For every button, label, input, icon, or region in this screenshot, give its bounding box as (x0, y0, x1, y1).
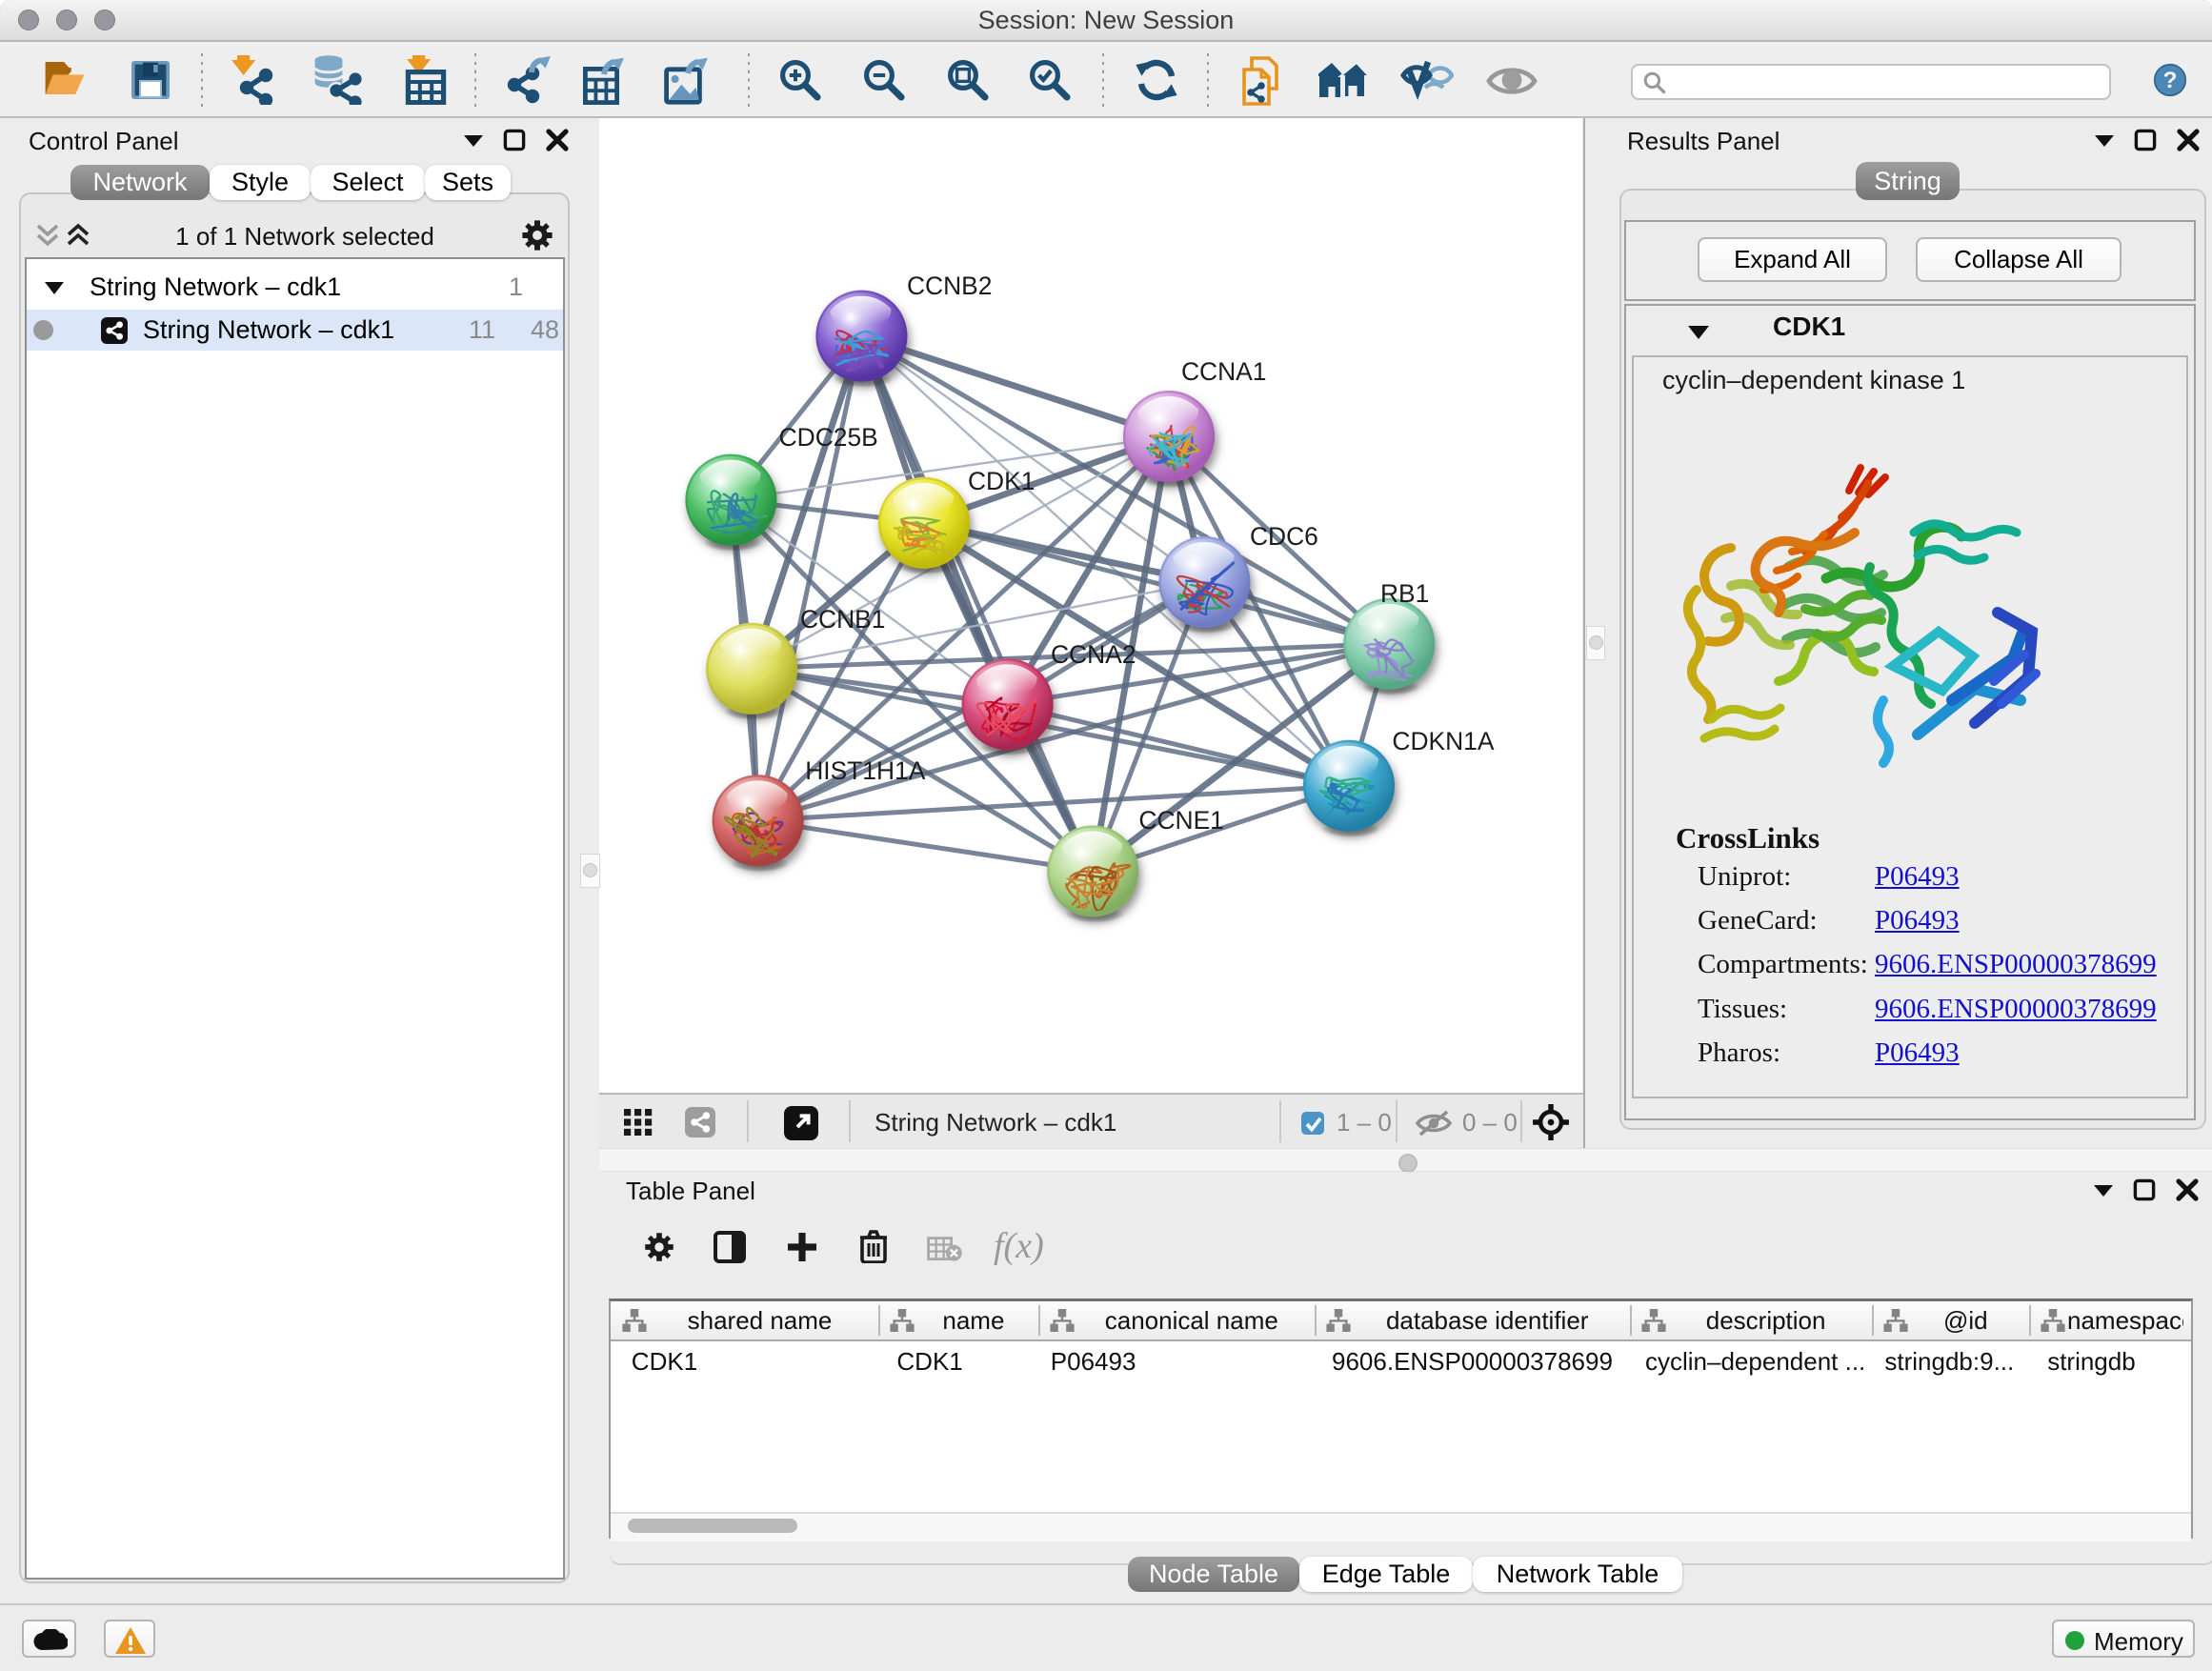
svg-text:CCNA2: CCNA2 (1051, 640, 1136, 669)
svg-text:?: ? (2163, 68, 2178, 93)
svg-text:CDKN1A: CDKN1A (1392, 727, 1494, 755)
svg-text:HIST1H1A: HIST1H1A (805, 756, 926, 785)
svg-text:CDK1: CDK1 (968, 467, 1035, 495)
svg-text:CCNA1: CCNA1 (1181, 357, 1266, 386)
svg-text:CDC25B: CDC25B (779, 423, 878, 452)
svg-text:CDC6: CDC6 (1250, 522, 1318, 551)
svg-text:CCNB2: CCNB2 (907, 272, 992, 300)
svg-text:RB1: RB1 (1380, 579, 1429, 608)
svg-text:CCNE1: CCNE1 (1138, 806, 1223, 835)
svg-text:CCNB1: CCNB1 (800, 605, 885, 634)
